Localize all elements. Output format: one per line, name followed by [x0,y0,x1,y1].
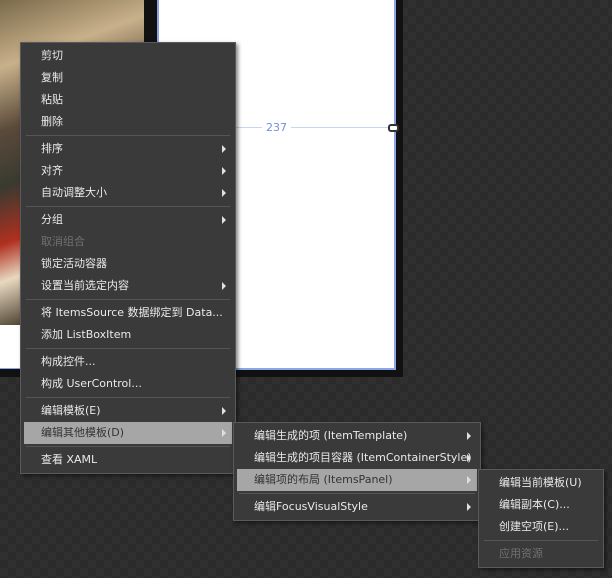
menu-delete[interactable]: 删除 [24,111,232,133]
separator [26,446,230,447]
submenu-arrow-icon [222,189,226,197]
menu-pin-active-container[interactable]: 锁定活动容器 [24,253,232,275]
menu-label: 排序 [41,142,63,155]
submenu-arrow-icon [222,407,226,415]
submenu-arrow-icon [467,432,471,440]
menu-label: 构成控件... [41,355,96,368]
menu-edit-focus-visual-style[interactable]: 编辑FocusVisualStyle [237,496,477,518]
menu-apply-resource: 应用资源 [482,543,600,565]
menu-make-control[interactable]: 构成控件... [24,351,232,373]
submenu-arrow-icon [222,145,226,153]
menu-label: 编辑FocusVisualStyle [254,500,368,513]
menu-label: 删除 [41,115,63,128]
separator [26,135,230,136]
separator [26,206,230,207]
menu-create-empty[interactable]: 创建空项(E)... [482,516,600,538]
menu-label: 构成 UserControl... [41,377,142,390]
submenu-arrow-icon [222,282,226,290]
menu-label: 复制 [41,71,63,84]
menu-make-usercontrol[interactable]: 构成 UserControl... [24,373,232,395]
submenu-arrow-icon [467,476,471,484]
menu-edit-current-template[interactable]: 编辑当前模板(U) [482,472,600,494]
menu-label: 设置当前选定内容 [41,279,129,292]
menu-align[interactable]: 对齐 [24,160,232,182]
menu-label: 编辑其他模板(D) [41,426,125,439]
menu-label: 应用资源 [499,547,543,560]
menu-view-xaml[interactable]: 查看 XAML [24,449,232,471]
menu-label: 对齐 [41,164,63,177]
menu-set-current-selection[interactable]: 设置当前选定内容 [24,275,232,297]
menu-group[interactable]: 分组 [24,209,232,231]
menu-copy[interactable]: 复制 [24,67,232,89]
submenu-other-templates: 编辑生成的项 (ItemTemplate) 编辑生成的项目容器 (ItemCon… [233,422,481,521]
menu-edit-copy[interactable]: 编辑副本(C)... [482,494,600,516]
submenu-arrow-icon [467,503,471,511]
separator [26,397,230,398]
menu-ungroup: 取消组合 [24,231,232,253]
menu-edit-other-templates[interactable]: 编辑其他模板(D) [24,422,232,444]
menu-edit-item-container-style[interactable]: 编辑生成的项目容器 (ItemContainerStyle) [237,447,477,469]
menu-label: 自动调整大小 [41,186,107,199]
menu-edit-item-template[interactable]: 编辑生成的项 (ItemTemplate) [237,425,477,447]
submenu-arrow-icon [222,216,226,224]
menu-label: 查看 XAML [41,453,98,466]
menu-label: 分组 [41,213,63,226]
menu-label: 剪切 [41,49,63,62]
menu-label: 粘贴 [41,93,63,106]
menu-label: 添加 ListBoxItem [41,328,132,341]
menu-label: 编辑模板(E) [41,404,101,417]
menu-paste[interactable]: 粘贴 [24,89,232,111]
separator [239,493,475,494]
menu-label: 编辑项的布局 (ItemsPanel) [254,473,393,486]
menu-label: 锁定活动容器 [41,257,107,270]
menu-auto-size[interactable]: 自动调整大小 [24,182,232,204]
menu-cut[interactable]: 剪切 [24,45,232,67]
width-measure-label: 237 [262,121,291,134]
separator [26,348,230,349]
submenu-arrow-icon [222,167,226,175]
submenu-arrow-icon [222,429,226,437]
separator [484,540,598,541]
menu-label: 编辑当前模板(U) [499,476,582,489]
separator [26,299,230,300]
menu-label: 将 ItemsSource 数据绑定到 Data... [41,306,223,319]
menu-label: 编辑副本(C)... [499,498,570,511]
menu-label: 创建空项(E)... [499,520,570,533]
measure-line [235,127,390,128]
menu-edit-items-panel[interactable]: 编辑项的布局 (ItemsPanel) [237,469,477,491]
menu-bind-itemssource[interactable]: 将 ItemsSource 数据绑定到 Data... [24,302,232,324]
menu-edit-template[interactable]: 编辑模板(E) [24,400,232,422]
submenu-arrow-icon [467,454,471,462]
menu-order[interactable]: 排序 [24,138,232,160]
submenu-items-panel: 编辑当前模板(U) 编辑副本(C)... 创建空项(E)... 应用资源 [478,469,604,568]
resize-handle[interactable] [388,124,399,132]
menu-label: 编辑生成的项目容器 (ItemContainerStyle) [254,451,472,464]
menu-label: 编辑生成的项 (ItemTemplate) [254,429,408,442]
menu-label: 取消组合 [41,235,85,248]
context-menu: 剪切 复制 粘贴 删除 排序 对齐 自动调整大小 分组 取消组合 锁定活动容器 … [20,42,236,474]
menu-add-listboxitem[interactable]: 添加 ListBoxItem [24,324,232,346]
